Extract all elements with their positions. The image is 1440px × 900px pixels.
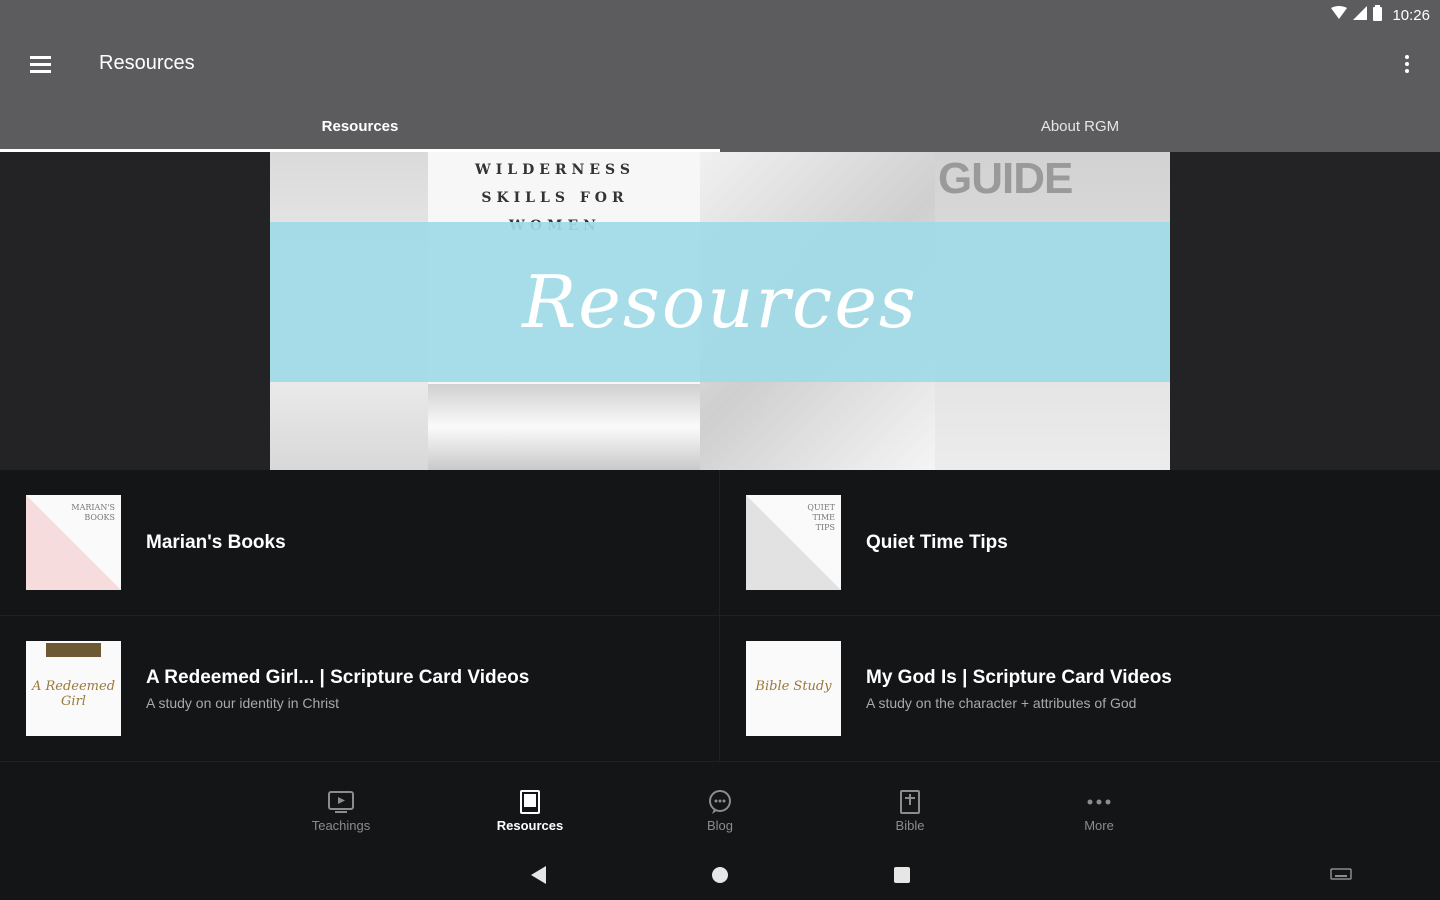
- nav-blog[interactable]: Blog: [660, 788, 780, 833]
- page-title: Resources: [99, 52, 195, 74]
- thumbnail: QUIET TIME TIPS: [746, 495, 841, 590]
- app-bar: Resources: [0, 30, 1440, 100]
- bottom-navigation: Teachings Resources Blog Bible More: [0, 762, 1440, 850]
- nav-label: More: [1084, 818, 1114, 833]
- list-item-text: Quiet Time Tips: [866, 532, 1008, 554]
- resource-list: MARIAN'S BOOKS Marian's Books QUIET TIME TI…: [0, 470, 1440, 762]
- list-item-marians-books[interactable]: MARIAN'S BOOKS Marian's Books: [0, 470, 720, 616]
- battery-icon: [1373, 4, 1383, 26]
- hero-banner-text: Resources: [522, 260, 918, 344]
- nav-more[interactable]: More: [1039, 788, 1159, 833]
- status-time: 10:26: [1392, 6, 1430, 24]
- thumbnail: Bible Study: [746, 641, 841, 736]
- overflow-menu-icon[interactable]: [1392, 46, 1422, 82]
- item-subtitle: A study on our identity in Christ: [146, 694, 339, 711]
- nav-teachings[interactable]: Teachings: [281, 788, 401, 833]
- hero-banner-image: WILDERNESS SKILLS FOR WOMEN GUIDE Resour…: [270, 152, 1170, 470]
- nav-resources[interactable]: Resources: [470, 788, 590, 833]
- book-icon: [516, 788, 544, 816]
- list-item-redeemed-girl[interactable]: A Redeemed Girl A Redeemed Girl... | Scr…: [0, 616, 720, 762]
- tab-bar: Resources About RGM: [0, 100, 1440, 152]
- nav-label: Teachings: [311, 818, 371, 833]
- nav-label: Blog: [706, 818, 734, 833]
- tab-resources[interactable]: Resources: [0, 100, 720, 152]
- recent-apps-icon[interactable]: [889, 862, 915, 888]
- bible-icon: [896, 788, 924, 816]
- system-navigation-bar: [0, 850, 1440, 900]
- nav-label: Resources: [496, 818, 564, 833]
- wifi-icon: [1331, 5, 1348, 25]
- hero-guide-title: GUIDE: [938, 154, 1073, 203]
- item-title: Quiet Time Tips: [866, 531, 1008, 553]
- hero-banner-strip: Resources: [270, 222, 1170, 382]
- tv-icon: [327, 788, 355, 816]
- list-item-my-god-is[interactable]: Bible Study My God Is | Scripture Card V…: [720, 616, 1440, 762]
- hero-collage-tile: [428, 384, 700, 470]
- home-icon[interactable]: [707, 862, 733, 888]
- nav-label: Bible: [895, 818, 925, 833]
- item-title: My God Is | Scripture Card Videos: [866, 666, 1172, 688]
- list-item-text: My God Is | Scripture Card Videos A stud…: [866, 667, 1172, 711]
- chat-bubble-icon: [706, 788, 734, 816]
- tab-about-rgm[interactable]: About RGM: [720, 100, 1440, 152]
- more-horizontal-icon: [1085, 788, 1113, 816]
- menu-icon[interactable]: [18, 44, 62, 84]
- back-icon[interactable]: [525, 862, 551, 888]
- signal-icon: [1353, 5, 1368, 25]
- nav-bible[interactable]: Bible: [850, 788, 970, 833]
- status-bar: 10:26: [0, 0, 1440, 30]
- keyboard-icon[interactable]: [1328, 862, 1354, 888]
- item-title: Marian's Books: [146, 531, 286, 553]
- item-subtitle: A study on the character + attributes of…: [866, 694, 1137, 711]
- thumbnail: A Redeemed Girl: [26, 641, 121, 736]
- list-item-quiet-time-tips[interactable]: QUIET TIME TIPS Quiet Time Tips: [720, 470, 1440, 616]
- list-item-text: Marian's Books: [146, 532, 286, 554]
- thumbnail: MARIAN'S BOOKS: [26, 495, 121, 590]
- list-item-text: A Redeemed Girl... | Scripture Card Vide…: [146, 667, 529, 711]
- item-title: A Redeemed Girl... | Scripture Card Vide…: [146, 666, 530, 688]
